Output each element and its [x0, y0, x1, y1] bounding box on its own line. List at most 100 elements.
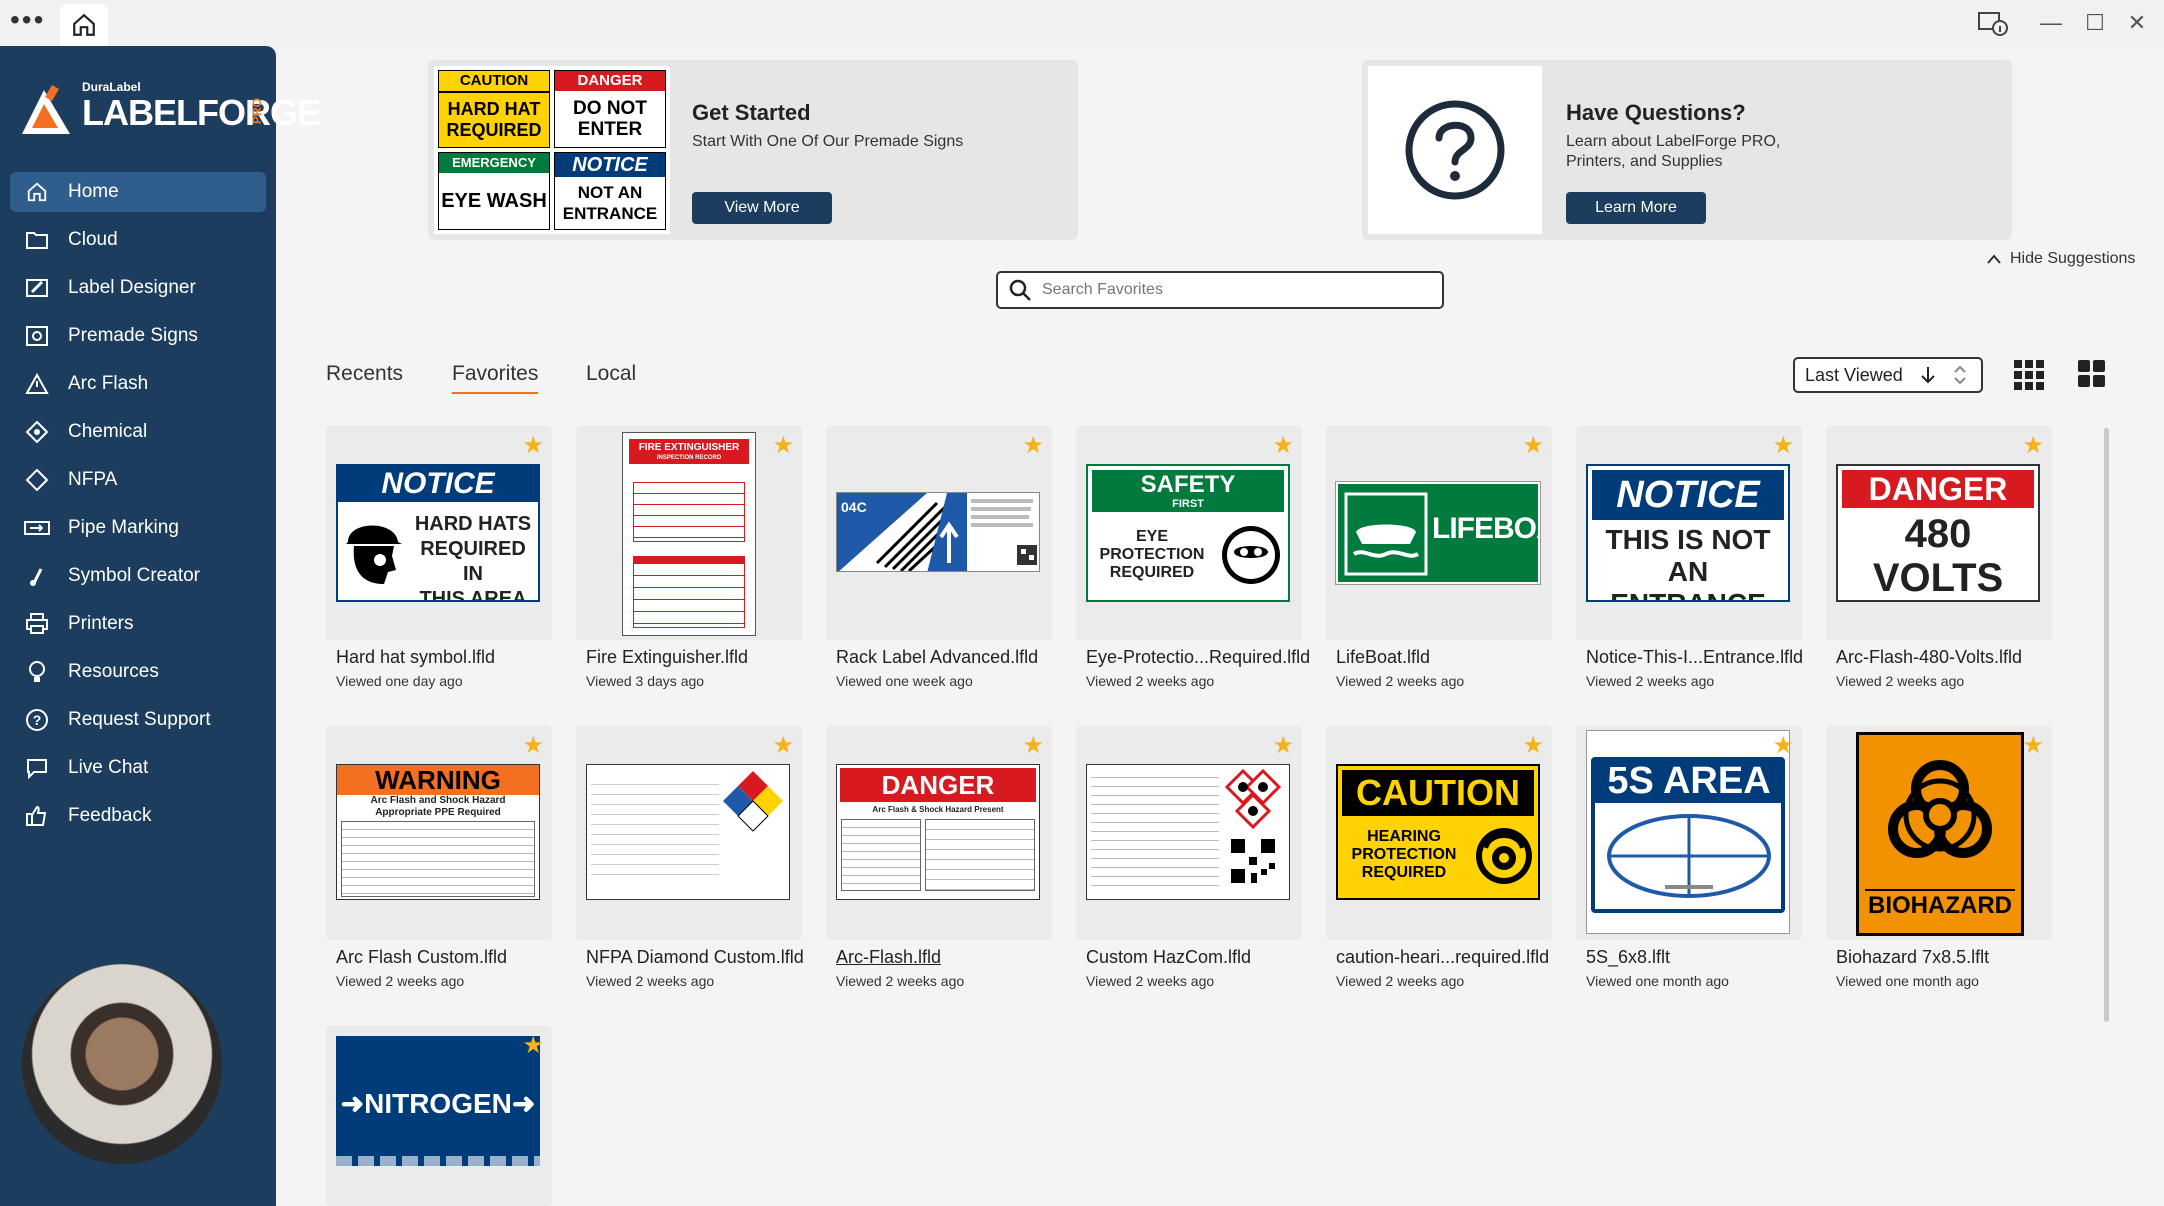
file-name[interactable]: caution-heari...required.lfld: [1336, 947, 1549, 968]
file-thumbnail: DANGER Arc Flash & Shock Hazard Present: [836, 764, 1040, 900]
view-more-button[interactable]: View More: [692, 192, 832, 224]
minimize-icon[interactable]: —: [2036, 8, 2066, 38]
file-tile[interactable]: 5S AREA ★: [1576, 726, 1802, 940]
more-icon[interactable]: •••: [10, 6, 45, 34]
file-name[interactable]: LifeBoat.lfld: [1336, 647, 1430, 668]
file-name[interactable]: Arc-Flash.lfld: [836, 947, 941, 968]
sidebar-item-label: Arc Flash: [68, 373, 149, 394]
sidebar-item-premade-signs[interactable]: Premade Signs: [10, 316, 266, 356]
lifeboat-icon: [1344, 492, 1428, 576]
account-info-icon[interactable]: [1974, 8, 2012, 38]
favorite-star-icon[interactable]: ★: [522, 1034, 544, 1058]
file-tile[interactable]: SAFETY FIRST EYE PROTECTION REQUIRED ★: [1076, 426, 1302, 640]
favorite-star-icon[interactable]: ★: [1522, 734, 1544, 758]
home-icon: [24, 180, 50, 204]
file-thumbnail: LIFEBOAT: [1335, 481, 1541, 585]
file-name[interactable]: NFPA Diamond Custom.lfld: [586, 947, 804, 968]
sidebar-item-label: Feedback: [68, 805, 152, 826]
file-tile[interactable]: DANGER Arc Flash & Shock Hazard Present …: [826, 726, 1052, 940]
file-tile[interactable]: ★: [1076, 726, 1302, 940]
sidebar-item-label: Label Designer: [68, 277, 196, 298]
symbol-creator-icon: [24, 564, 50, 588]
large-grid-view-icon[interactable]: [2078, 360, 2108, 390]
favorite-star-icon[interactable]: ★: [1022, 434, 1044, 458]
file-tile[interactable]: LIFEBOAT ★: [1326, 426, 1552, 640]
sidebar-item-feedback[interactable]: Feedback: [10, 796, 266, 836]
sidebar-item-home[interactable]: Home: [10, 172, 266, 212]
sort-select[interactable]: Last Viewed: [1793, 357, 1983, 393]
file-name[interactable]: Fire Extinguisher.lfld: [586, 647, 748, 668]
favorite-star-icon[interactable]: ★: [772, 434, 794, 458]
file-tile[interactable]: CAUTION HEARING PROTECTION REQUIRED ★: [1326, 726, 1552, 940]
search-input[interactable]: [1042, 281, 1422, 299]
chemical-diamond-icon: [24, 420, 50, 444]
close-icon[interactable]: ✕: [2122, 8, 2152, 38]
sidebar-item-request-support[interactable]: ? Request Support: [10, 700, 266, 740]
sidebar-item-cloud[interactable]: Cloud: [10, 220, 266, 260]
sidebar-item-live-chat[interactable]: Live Chat: [10, 748, 266, 788]
scrollbar[interactable]: [2104, 428, 2109, 1022]
sidebar-item-printers[interactable]: Printers: [10, 604, 266, 644]
file-name[interactable]: Custom HazCom.lfld: [1086, 947, 1251, 968]
file-viewed: Viewed 2 weeks ago: [1836, 673, 1965, 689]
tab-recents[interactable]: Recents: [326, 362, 403, 392]
sidebar-item-chemical[interactable]: Chemical: [10, 412, 266, 452]
favorite-star-icon[interactable]: ★: [1272, 734, 1294, 758]
small-grid-view-icon[interactable]: [2014, 360, 2044, 390]
favorite-star-icon[interactable]: ★: [522, 734, 544, 758]
chevron-updown-icon: [1954, 365, 1966, 385]
file-name[interactable]: Eye-Protectio...Required.lfld: [1086, 647, 1310, 668]
file-tile[interactable]: NOTICE THIS IS NOT AN ENTRANCE ★: [1576, 426, 1802, 640]
premade-signs-icon: [24, 324, 50, 348]
file-name[interactable]: Arc Flash Custom.lfld: [336, 947, 507, 968]
title-bar: ••• — ☐ ✕: [0, 0, 2164, 46]
file-tile[interactable]: ★: [576, 726, 802, 940]
get-started-card: CAUTION HARD HAT REQUIRED DANGER DO NOT …: [428, 60, 1078, 240]
favorite-star-icon[interactable]: ★: [2022, 434, 2044, 458]
file-name[interactable]: 5S_6x8.lflt: [1586, 947, 1670, 968]
file-tile[interactable]: BIOHAZARD ★: [1826, 726, 2052, 940]
file-tile[interactable]: NOTICE HARD HATS REQUIRED IN THIS AREA ★: [326, 426, 552, 640]
arrow-down-icon[interactable]: [1919, 365, 1937, 385]
lightbulb-icon: [24, 660, 50, 684]
tab-local[interactable]: Local: [586, 362, 636, 392]
home-tab[interactable]: [60, 4, 108, 46]
favorite-star-icon[interactable]: ★: [772, 734, 794, 758]
hide-suggestions-button[interactable]: Hide Suggestions: [1986, 250, 2135, 268]
favorite-star-icon[interactable]: ★: [1522, 434, 1544, 458]
file-tile[interactable]: 04C ★: [826, 426, 1052, 640]
file-name[interactable]: Notice-This-I...Entrance.lfld: [1586, 647, 1803, 668]
tab-favorites[interactable]: Favorites: [452, 362, 539, 394]
pipe-marking-icon: [24, 516, 50, 540]
favorite-star-icon[interactable]: ★: [1772, 734, 1794, 758]
have-questions-line1: Learn about LabelForge PRO,: [1566, 133, 1781, 150]
goggles-icon: [1222, 526, 1280, 584]
file-tile[interactable]: ➜NITROGEN➜ ★: [326, 1026, 552, 1206]
sidebar-item-label-designer[interactable]: Label Designer: [10, 268, 266, 308]
file-name[interactable]: Hard hat symbol.lfld: [336, 647, 495, 668]
sidebar-item-arc-flash[interactable]: Arc Flash: [10, 364, 266, 404]
file-name[interactable]: Biohazard 7x8.5.lflt: [1836, 947, 1989, 968]
favorite-star-icon[interactable]: ★: [522, 434, 544, 458]
nfpa-diamond-icon: [24, 468, 50, 492]
file-tile[interactable]: WARNING Arc Flash and Shock Hazard Appro…: [326, 726, 552, 940]
file-name[interactable]: Rack Label Advanced.lfld: [836, 647, 1038, 668]
maximize-icon[interactable]: ☐: [2080, 8, 2110, 38]
sidebar-item-label: Chemical: [68, 421, 148, 442]
file-viewed: Viewed 2 weeks ago: [336, 973, 465, 989]
file-tile[interactable]: FIRE EXTINGUISHER INSPECTION RECORD ★: [576, 426, 802, 640]
learn-more-button[interactable]: Learn More: [1566, 192, 1706, 224]
emergency-sign: EMERGENCY EYE WASH: [438, 152, 550, 230]
sidebar-item-symbol-creator[interactable]: Symbol Creator: [10, 556, 266, 596]
file-viewed: Viewed 2 weeks ago: [1336, 973, 1465, 989]
sidebar-item-pipe-marking[interactable]: Pipe Marking: [10, 508, 266, 548]
file-tile[interactable]: DANGER 480 VOLTS ★: [1826, 426, 2052, 640]
favorite-star-icon[interactable]: ★: [1022, 734, 1044, 758]
sidebar-item-resources[interactable]: Resources: [10, 652, 266, 692]
file-name[interactable]: Arc-Flash-480-Volts.lfld: [1836, 647, 2022, 668]
favorite-star-icon[interactable]: ★: [2022, 734, 2044, 758]
notice-sign: NOTICE NOT AN ENTRANCE: [554, 152, 666, 230]
sidebar-item-nfpa[interactable]: NFPA: [10, 460, 266, 500]
favorite-star-icon[interactable]: ★: [1772, 434, 1794, 458]
favorite-star-icon[interactable]: ★: [1272, 434, 1294, 458]
